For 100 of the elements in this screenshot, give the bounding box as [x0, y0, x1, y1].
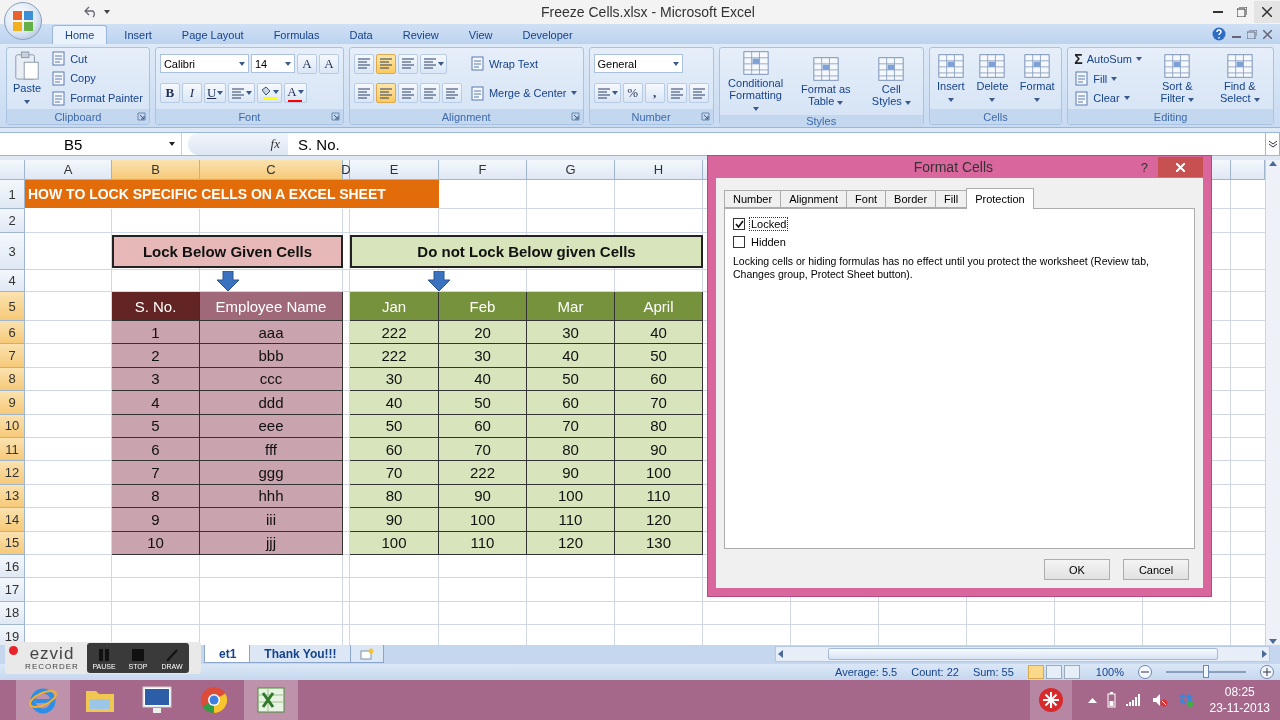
dialog-launcher-icon[interactable]: [700, 112, 710, 121]
row-header[interactable]: 3: [0, 233, 25, 270]
row-header[interactable]: 1: [0, 180, 25, 209]
ribbon-button[interactable]: Sort & Filter: [1149, 53, 1205, 104]
ribbon-button[interactable]: Find & Select: [1210, 53, 1269, 104]
dropdown-field[interactable]: 14: [250, 54, 295, 74]
ribbon-button[interactable]: Σ AutoSum: [1072, 50, 1144, 69]
tool-button[interactable]: A: [296, 53, 317, 74]
row-header[interactable]: 10: [0, 414, 25, 438]
tool-button[interactable]: ,: [644, 83, 665, 103]
tool-button[interactable]: [666, 83, 687, 103]
column-header[interactable]: G: [527, 160, 615, 180]
tool-button[interactable]: [397, 53, 418, 74]
checkbox[interactable]: [733, 236, 745, 248]
redo-icon[interactable]: [84, 6, 98, 18]
slider-thumb[interactable]: [1203, 665, 1209, 678]
column-header[interactable]: A: [25, 160, 112, 180]
scroll-thumb[interactable]: [827, 648, 1218, 660]
row-header[interactable]: 13: [0, 484, 25, 509]
taskbar-button[interactable]: [244, 680, 298, 720]
ribbon-button[interactable]: Wrap Text: [467, 55, 540, 73]
ribbon-button[interactable]: Cut: [49, 50, 90, 68]
view-button[interactable]: [1045, 665, 1062, 679]
ribbon-button[interactable]: Fill: [1072, 70, 1120, 88]
ribbon-button[interactable]: Merge & Center: [467, 84, 579, 102]
row-header[interactable]: 15: [0, 531, 25, 555]
row-header[interactable]: 14: [0, 508, 25, 532]
dialog-tab[interactable]: Number: [724, 190, 782, 208]
ribbon-button[interactable]: Copy: [49, 70, 98, 87]
ribbon-button[interactable]: Delete: [973, 53, 1012, 104]
ribbon-tab[interactable]: Developer: [509, 25, 586, 44]
ribbon-tab[interactable]: Page Layout: [168, 25, 257, 44]
column-header[interactable]: C: [200, 160, 343, 180]
tray-app-button[interactable]: [1029, 680, 1072, 720]
column-header[interactable]: F: [439, 160, 527, 180]
vertical-scrollbar[interactable]: [1265, 160, 1280, 645]
row-header[interactable]: 5: [0, 292, 25, 321]
row-header[interactable]: 11: [0, 437, 25, 462]
row-header[interactable]: 16: [0, 554, 25, 579]
name-box[interactable]: B5: [0, 133, 182, 155]
tool-button[interactable]: [441, 83, 462, 104]
zoom-out-button[interactable]: [1138, 665, 1152, 679]
formula-field[interactable]: S. No.: [288, 133, 1265, 155]
tool-button[interactable]: [375, 83, 396, 104]
tool-button[interactable]: I: [181, 83, 202, 104]
row-header[interactable]: 7: [0, 344, 25, 368]
tool-button[interactable]: [688, 83, 709, 103]
ribbon-tab[interactable]: Formulas: [260, 25, 333, 44]
restore-icon[interactable]: [1247, 29, 1257, 39]
view-button[interactable]: [1063, 665, 1080, 679]
tool-button[interactable]: [419, 83, 440, 104]
help-button[interactable]: ?: [1130, 159, 1158, 175]
checkbox-label[interactable]: Hidden: [749, 235, 788, 249]
sheet-tab[interactable]: Thank You!!!: [249, 645, 352, 663]
row-header[interactable]: 4: [0, 270, 25, 292]
select-all-button[interactable]: [0, 160, 25, 180]
sheet-tab[interactable]: et1: [204, 645, 252, 663]
column-header[interactable]: B: [112, 160, 200, 180]
tool-button[interactable]: B: [159, 83, 180, 104]
zoom-in-button[interactable]: [1260, 665, 1274, 679]
scroll-up-icon[interactable]: [1269, 160, 1277, 166]
dialog-launcher-icon[interactable]: [570, 112, 580, 121]
close-button[interactable]: [1158, 157, 1203, 177]
dialog-tab[interactable]: Fill: [935, 190, 968, 208]
ribbon-tab[interactable]: Data: [336, 25, 386, 44]
scroll-right-icon[interactable]: [1262, 650, 1267, 658]
ribbon-button[interactable]: Clear: [1072, 89, 1132, 107]
tool-button[interactable]: [419, 53, 447, 74]
dialog-button[interactable]: Cancel: [1123, 559, 1189, 580]
tool-button[interactable]: %: [622, 83, 643, 103]
row-header[interactable]: 17: [0, 578, 25, 602]
horizontal-scrollbar[interactable]: [775, 646, 1270, 662]
tool-button[interactable]: [228, 83, 256, 104]
tool-button[interactable]: A: [318, 53, 339, 74]
tool-button[interactable]: [353, 83, 374, 104]
ribbon-button[interactable]: Format Painter: [49, 89, 145, 107]
checkbox-label[interactable]: Locked: [749, 217, 789, 231]
insert-sheet-button[interactable]: [349, 645, 384, 663]
ribbon-tab[interactable]: View: [455, 25, 506, 44]
dialog-tab[interactable]: Alignment: [780, 190, 848, 208]
help-icon[interactable]: [1212, 27, 1226, 41]
view-button[interactable]: [1027, 665, 1044, 679]
row-header[interactable]: 6: [0, 321, 25, 345]
ribbon-tab[interactable]: Home: [52, 25, 108, 44]
column-header[interactable]: E: [350, 160, 439, 180]
dialog-tab[interactable]: Font: [846, 190, 887, 208]
tool-button[interactable]: [353, 53, 374, 74]
dialog-launcher-icon[interactable]: [136, 112, 146, 121]
ribbon-tab[interactable]: Review: [389, 25, 452, 44]
dialog-tab[interactable]: Protection: [966, 188, 1034, 209]
dialog-launcher-icon[interactable]: [330, 112, 340, 121]
row-header[interactable]: 18: [0, 601, 25, 626]
dialog-tab[interactable]: Border: [885, 190, 937, 208]
caret-up-icon[interactable]: [1087, 697, 1097, 703]
row-header[interactable]: 12: [0, 461, 25, 485]
ribbon-button[interactable]: Format: [1017, 53, 1058, 104]
checkbox[interactable]: [733, 218, 745, 230]
row-header[interactable]: 19: [0, 625, 25, 645]
close-button[interactable]: [1254, 1, 1280, 23]
tool-button[interactable]: [375, 53, 396, 74]
